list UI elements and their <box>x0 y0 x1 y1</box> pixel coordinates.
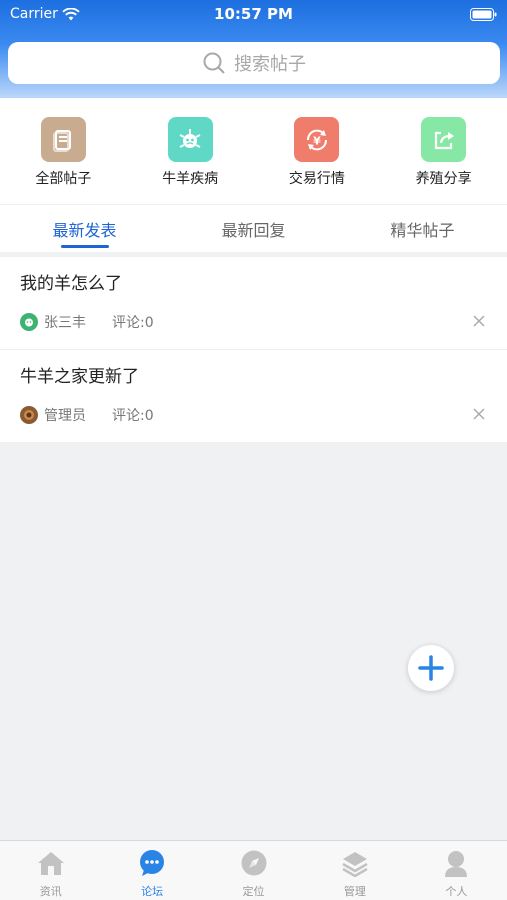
nav-item-forum[interactable]: 论坛 <box>101 841 202 900</box>
nav-item-location[interactable]: 定位 <box>203 841 304 900</box>
tab-label: 精华帖子 <box>390 221 455 240</box>
category-label: 养殖分享 <box>415 171 472 187</box>
post-title: 我的羊怎么了 <box>20 274 122 294</box>
status-bar: Carrier 10:57 PM <box>0 0 507 30</box>
avatar <box>20 406 38 424</box>
category-cattle-disease[interactable]: 牛羊疾病 <box>127 98 254 204</box>
share-icon <box>421 117 467 162</box>
layers-icon <box>341 849 369 877</box>
tab-label: 最新发表 <box>52 221 117 240</box>
search-placeholder: 搜索帖子 <box>234 54 306 75</box>
category-breeding-share[interactable]: 养殖分享 <box>380 98 507 204</box>
post-meta: 张三丰 评论:0 <box>20 312 154 332</box>
document-icon <box>40 117 86 162</box>
category-all-posts[interactable]: 全部帖子 <box>0 98 127 204</box>
tab-active-indicator <box>60 245 109 248</box>
nav-label: 定位 <box>242 885 265 898</box>
nav-label: 管理 <box>343 885 366 898</box>
tab-label: 最新回复 <box>221 221 286 240</box>
plus-icon <box>418 655 444 681</box>
list-item[interactable]: 牛羊之家更新了 管理员 评论:0 <box>0 350 507 442</box>
avatar <box>20 313 38 331</box>
list-item[interactable]: 我的羊怎么了 张三丰 评论:0 <box>0 257 507 350</box>
compass-icon <box>240 849 268 877</box>
post-author: 管理员 <box>44 408 86 424</box>
bottom-nav: 资讯 论坛 定位 管理 个人 <box>0 840 507 900</box>
category-label: 交易行情 <box>288 171 345 187</box>
tab-latest-posts[interactable]: 最新发表 <box>0 205 169 252</box>
yen-exchange-icon: ¥ <box>294 117 340 162</box>
post-list: 我的羊怎么了 张三丰 评论:0 牛羊之家更新了 管理员 评论:0 <box>0 257 507 442</box>
tab-featured-posts[interactable]: 精华帖子 <box>338 205 507 252</box>
post-author: 张三丰 <box>44 315 86 331</box>
post-tabs: 最新发表 最新回复 精华帖子 <box>0 204 507 252</box>
nav-item-news[interactable]: 资讯 <box>0 841 101 900</box>
category-label: 牛羊疾病 <box>162 171 219 187</box>
category-market[interactable]: ¥ 交易行情 <box>254 98 381 204</box>
nav-label: 个人 <box>445 885 468 898</box>
search-input[interactable]: 搜索帖子 <box>8 42 500 84</box>
tab-latest-replies[interactable]: 最新回复 <box>169 205 338 252</box>
battery-icon <box>470 8 497 21</box>
nav-item-manage[interactable]: 管理 <box>304 841 405 900</box>
home-icon <box>37 849 65 877</box>
nav-label: 资讯 <box>39 885 62 898</box>
person-icon <box>442 849 470 877</box>
clock: 10:57 PM <box>214 5 293 23</box>
close-icon[interactable] <box>471 313 487 329</box>
nav-item-profile[interactable]: 个人 <box>406 841 507 900</box>
post-title: 牛羊之家更新了 <box>20 367 139 387</box>
category-label: 全部帖子 <box>35 171 92 187</box>
chat-bubble-icon <box>138 849 166 877</box>
search-icon <box>203 52 225 74</box>
post-comment-count: 评论:0 <box>112 315 154 331</box>
post-comment-count: 评论:0 <box>112 408 154 424</box>
add-post-button[interactable] <box>408 645 454 691</box>
header: Carrier 10:57 PM 搜索帖子 <box>0 0 507 98</box>
category-grid: 全部帖子 牛羊疾病 ¥ 交易行情 养殖分享 <box>0 98 507 204</box>
nav-label: 论坛 <box>141 885 164 898</box>
post-meta: 管理员 评论:0 <box>20 405 154 425</box>
svg-text:¥: ¥ <box>313 134 321 147</box>
close-icon[interactable] <box>471 406 487 422</box>
virus-icon <box>167 117 213 162</box>
